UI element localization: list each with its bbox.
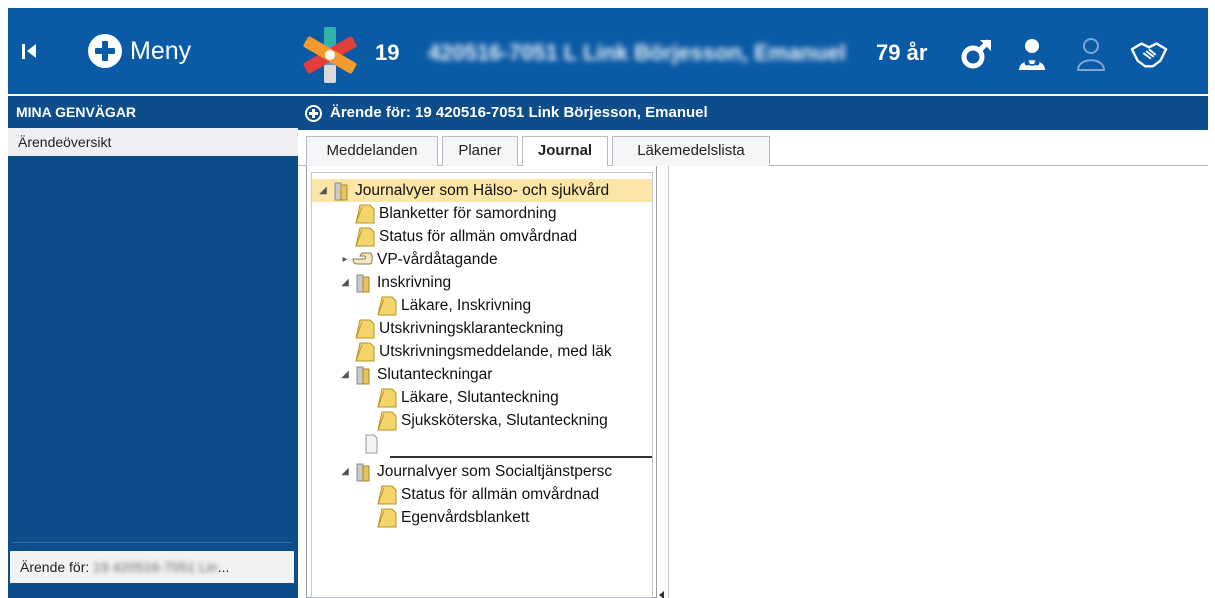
sidebar-item-arendeoversikt[interactable]: Ärendeöversikt xyxy=(8,128,298,156)
tree-node-status-omvardnad-soc[interactable]: Status för allmän omvårdnad xyxy=(376,483,599,506)
patient-age: 79 år xyxy=(876,40,928,65)
tree-node-status-omvardnad[interactable]: Status för allmän omvårdnad xyxy=(354,225,577,248)
folder-icon xyxy=(356,463,370,481)
sidebar: MINA GENVÄGAR Ärendeöversikt Ärende för:… xyxy=(8,96,298,598)
panel-splitter[interactable] xyxy=(657,166,668,598)
tree-node-label: Status för allmän omvårdnad xyxy=(401,486,600,503)
document-icon xyxy=(355,227,375,246)
male-icon[interactable] xyxy=(958,35,996,73)
document-icon xyxy=(355,319,375,338)
tree-node-utskrivningsklar[interactable]: Utskrivningsklaranteckning xyxy=(354,317,563,340)
tree-node-label: VP-vårdåtagande xyxy=(377,251,498,268)
tab-meddelanden[interactable]: Meddelanden xyxy=(306,136,438,166)
collapse-arrow-icon[interactable]: ◢ xyxy=(338,460,352,483)
tree-node-label: Läkare, Inskrivning xyxy=(401,297,532,314)
document-icon xyxy=(377,388,397,407)
folder-icon xyxy=(334,182,348,200)
folder-icon xyxy=(356,274,370,292)
patient-id-prefix: 19 xyxy=(375,40,400,65)
current-case-prefix: Ärende för: xyxy=(20,559,90,575)
tab-planer[interactable]: Planer xyxy=(442,136,518,166)
user-outline-icon[interactable] xyxy=(1072,35,1110,73)
tree-node-label: Sjuksköterska, Slutanteckning xyxy=(401,412,608,429)
document-icon xyxy=(377,508,397,527)
tree-node-inskrivning[interactable]: ◢ Inskrivning xyxy=(338,271,451,294)
journal-tree-panel: ◢ Journalvyer som Hälso- och sjukvård Bl… xyxy=(306,166,657,598)
pointing-hand-icon xyxy=(352,252,373,264)
blank-document-icon xyxy=(365,434,378,453)
tree-node-separator xyxy=(360,432,385,455)
case-title: Ärende för: 19 420516-7051 Link Börjesso… xyxy=(330,104,708,121)
patient-name-blurred: 420516-7051 L Link Börjesson, Emanuel xyxy=(428,40,846,65)
collapse-arrow-icon[interactable]: ◢ xyxy=(316,179,330,202)
tree-node-label: Utskrivningsklaranteckning xyxy=(379,320,564,337)
case-header: Ärende för: 19 420516-7051 Link Börjesso… xyxy=(298,96,1208,130)
tree-node-egenvardsblankett[interactable]: Egenvårdsblankett xyxy=(376,506,529,529)
folder-icon xyxy=(356,366,370,384)
menu-button[interactable]: Meny xyxy=(88,32,191,70)
tree-node-label: Läkare, Slutanteckning xyxy=(401,389,559,406)
journal-content-panel xyxy=(668,166,1208,598)
tab-journal[interactable]: Journal xyxy=(522,136,608,167)
tree-node-soc-views[interactable]: ◢ Journalvyer som Socialtjänstpersc xyxy=(338,460,612,483)
sidebar-title: MINA GENVÄGAR xyxy=(16,104,137,120)
menu-label: Meny xyxy=(130,36,192,65)
document-icon xyxy=(355,342,375,361)
collapse-arrow-icon[interactable]: ◢ xyxy=(338,271,352,294)
document-icon xyxy=(377,296,397,315)
tree-node-label: Blanketter för samordning xyxy=(379,205,557,222)
first-page-icon[interactable] xyxy=(22,40,38,62)
current-case-ellipsis: ... xyxy=(217,559,230,575)
tab-strip: Meddelanden Planer Journal Läkemedelslis… xyxy=(298,130,1208,167)
handshake-icon[interactable] xyxy=(1130,35,1168,73)
document-icon xyxy=(377,485,397,504)
tree-node-lakare-slutanteckning[interactable]: Läkare, Slutanteckning xyxy=(376,386,559,409)
tree-node-hs-views[interactable]: ◢ Journalvyer som Hälso- och sjukvård xyxy=(312,179,652,202)
collapse-arrow-icon[interactable]: ◢ xyxy=(338,363,352,386)
current-case-blurred: 19 420516-7051 Lin xyxy=(93,559,218,575)
tab-lakemedelslista[interactable]: Läkemedelslista xyxy=(612,136,770,166)
tree-node-label: Egenvårdsblankett xyxy=(401,509,530,526)
tree-separator-line xyxy=(390,456,652,458)
plus-circle-icon xyxy=(88,34,122,68)
tree-node-blanketter[interactable]: Blanketter för samordning xyxy=(354,202,556,225)
splitter-arrow-icon[interactable] xyxy=(659,591,664,598)
sidebar-divider xyxy=(12,542,292,543)
tree-node-sjukskoterska-slutanteckning[interactable]: Sjuksköterska, Slutanteckning xyxy=(376,409,608,432)
document-icon xyxy=(355,204,375,223)
tree-node-utskrivningsmeddelande[interactable]: Utskrivningsmeddelande, med läk xyxy=(354,340,612,363)
sidebar-current-case[interactable]: Ärende för: 19 420516-7051 Lin... xyxy=(10,551,294,583)
tree-node-label: Status för allmän omvårdnad xyxy=(379,228,578,245)
tree-node-label: Journalvyer som Socialtjänstpersc xyxy=(377,463,613,480)
tree-node-label: Slutanteckningar xyxy=(377,366,493,383)
tree-node-label: Inskrivning xyxy=(377,274,452,291)
tree-node-slutanteckningar[interactable]: ◢ Slutanteckningar xyxy=(338,363,492,386)
journal-tree[interactable]: ◢ Journalvyer som Hälso- och sjukvård Bl… xyxy=(311,172,653,598)
top-header: Meny 19 420516-7051 L Link Börjesson, Em… xyxy=(8,8,1208,94)
tree-node-label: Journalvyer som Hälso- och sjukvård xyxy=(355,182,610,199)
tree-node-label: Utskrivningsmeddelande, med läk xyxy=(379,343,612,360)
document-icon xyxy=(377,411,397,430)
tree-node-vp-vardatagande[interactable]: ▸ VP-vårdåtagande xyxy=(338,248,498,271)
star-of-life-logo xyxy=(303,27,357,83)
plus-circle-icon xyxy=(305,105,322,122)
doctor-icon[interactable] xyxy=(1013,35,1051,73)
tree-node-lakare-inskrivning[interactable]: Läkare, Inskrivning xyxy=(376,294,531,317)
expand-arrow-icon[interactable]: ▸ xyxy=(338,248,352,271)
